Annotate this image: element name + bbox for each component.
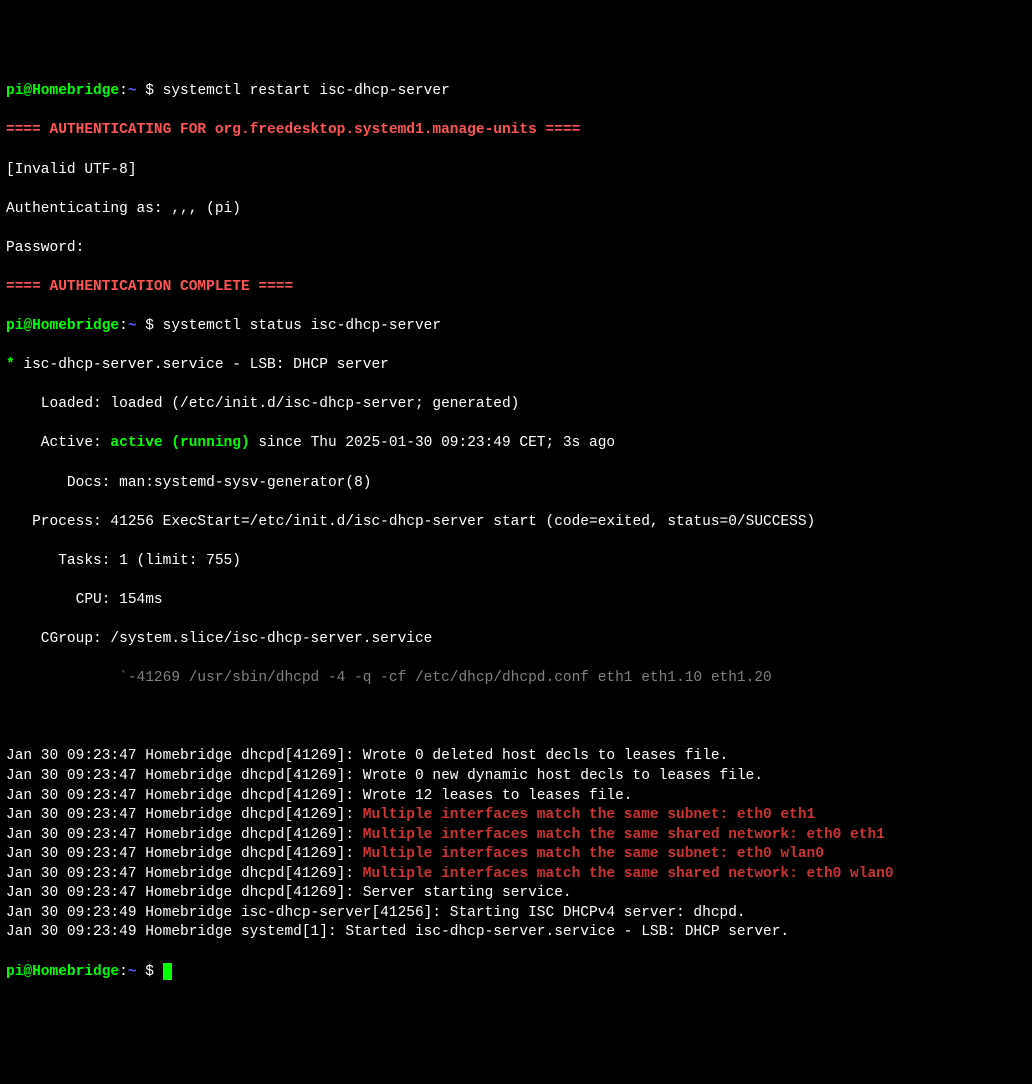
tasks-line: Tasks: 1 (limit: 755)	[6, 552, 1026, 572]
log-warning: Multiple interfaces match the same share…	[363, 866, 894, 882]
prompt-host: Homebridge	[32, 83, 119, 99]
cgroup-line: CGroup: /system.slice/isc-dhcp-server.se…	[6, 630, 1026, 650]
auth-header: ==== AUTHENTICATING FOR org.freedesktop.…	[6, 121, 1026, 141]
cgroup-tree: `-41269 /usr/sbin/dhcpd -4 -q -cf /etc/d…	[6, 669, 1026, 689]
log-timestamp: Jan 30 09:23:49 Homebridge isc-dhcp-serv…	[6, 905, 450, 921]
log-line: Jan 30 09:23:47 Homebridge dhcpd[41269]:…	[6, 787, 1026, 807]
log-line: Jan 30 09:23:47 Homebridge dhcpd[41269]:…	[6, 845, 1026, 865]
active-line: Active: active (running) since Thu 2025-…	[6, 434, 1026, 454]
prompt-line-1: pi@Homebridge:~ $ systemctl restart isc-…	[6, 82, 1026, 102]
process-line: Process: 41256 ExecStart=/etc/init.d/isc…	[6, 513, 1026, 533]
prompt-path: ~	[128, 83, 145, 99]
password-prompt[interactable]: Password:	[6, 239, 1026, 259]
prompt-dollar: $	[145, 83, 162, 99]
log-message: Wrote 12 leases to leases file.	[363, 788, 633, 804]
auth-as: Authenticating as: ,,, (pi)	[6, 200, 1026, 220]
log-timestamp: Jan 30 09:23:47 Homebridge dhcpd[41269]:	[6, 807, 363, 823]
log-message: Starting ISC DHCPv4 server: dhcpd.	[450, 905, 746, 921]
prompt-at: @	[23, 83, 32, 99]
command-restart[interactable]: systemctl restart isc-dhcp-server	[163, 83, 450, 99]
log-warning: Multiple interfaces match the same subne…	[363, 846, 824, 862]
log-message: Started isc-dhcp-server.service - LSB: D…	[345, 924, 789, 940]
log-line: Jan 30 09:23:47 Homebridge dhcpd[41269]:…	[6, 865, 1026, 885]
log-warning: Multiple interfaces match the same subne…	[363, 807, 815, 823]
log-line: Jan 30 09:23:47 Homebridge dhcpd[41269]:…	[6, 747, 1026, 767]
unit-name: isc-dhcp-server.service - LSB: DHCP serv…	[23, 357, 388, 373]
log-message: Server starting service.	[363, 885, 572, 901]
invalid-utf8: [Invalid UTF-8]	[6, 161, 1026, 181]
log-message: Wrote 0 new dynamic host decls to leases…	[363, 768, 763, 784]
blank-line	[6, 708, 1026, 728]
docs-line: Docs: man:systemd-sysv-generator(8)	[6, 474, 1026, 494]
log-line: Jan 30 09:23:47 Homebridge dhcpd[41269]:…	[6, 767, 1026, 787]
log-message: Wrote 0 deleted host decls to leases fil…	[363, 748, 728, 764]
log-timestamp: Jan 30 09:23:49 Homebridge systemd[1]:	[6, 924, 345, 940]
cursor-icon[interactable]	[163, 963, 172, 980]
log-line: Jan 30 09:23:47 Homebridge dhcpd[41269]:…	[6, 826, 1026, 846]
log-timestamp: Jan 30 09:23:47 Homebridge dhcpd[41269]:	[6, 827, 363, 843]
log-line: Jan 30 09:23:47 Homebridge dhcpd[41269]:…	[6, 884, 1026, 904]
log-timestamp: Jan 30 09:23:47 Homebridge dhcpd[41269]:	[6, 885, 363, 901]
log-line: Jan 30 09:23:49 Homebridge systemd[1]: S…	[6, 923, 1026, 943]
active-status: active (running)	[110, 435, 249, 451]
log-timestamp: Jan 30 09:23:47 Homebridge dhcpd[41269]:	[6, 768, 363, 784]
auth-complete: ==== AUTHENTICATION COMPLETE ====	[6, 278, 1026, 298]
log-timestamp: Jan 30 09:23:47 Homebridge dhcpd[41269]:	[6, 846, 363, 862]
command-status[interactable]: systemctl status isc-dhcp-server	[163, 318, 441, 334]
unit-header: * isc-dhcp-server.service - LSB: DHCP se…	[6, 356, 1026, 376]
log-timestamp: Jan 30 09:23:47 Homebridge dhcpd[41269]:	[6, 788, 363, 804]
cpu-line: CPU: 154ms	[6, 591, 1026, 611]
prompt-line-2: pi@Homebridge:~ $ systemctl status isc-d…	[6, 317, 1026, 337]
log-timestamp: Jan 30 09:23:47 Homebridge dhcpd[41269]:	[6, 748, 363, 764]
log-line: Jan 30 09:23:49 Homebridge isc-dhcp-serv…	[6, 904, 1026, 924]
prompt-user: pi	[6, 83, 23, 99]
status-bullet: *	[6, 357, 23, 373]
prompt-colon: :	[119, 83, 128, 99]
log-line: Jan 30 09:23:47 Homebridge dhcpd[41269]:…	[6, 806, 1026, 826]
log-warning: Multiple interfaces match the same share…	[363, 827, 885, 843]
prompt-line-3[interactable]: pi@Homebridge:~ $	[6, 963, 1026, 983]
loaded-line: Loaded: loaded (/etc/init.d/isc-dhcp-ser…	[6, 395, 1026, 415]
log-timestamp: Jan 30 09:23:47 Homebridge dhcpd[41269]:	[6, 866, 363, 882]
